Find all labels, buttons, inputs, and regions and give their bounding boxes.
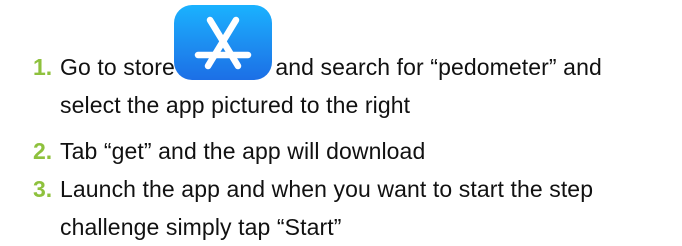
step-line: challenge simply tap “Start” bbox=[60, 214, 342, 240]
instruction-list: 1. Go to store and search for “pedometer… bbox=[0, 0, 682, 245]
step-number: 1. bbox=[33, 54, 53, 80]
step-text: Go to store and search for “pedometer” a… bbox=[60, 48, 680, 124]
app-store-icon bbox=[174, 5, 272, 80]
step-text-after-icon: and search for “pedometer” and bbox=[275, 54, 602, 80]
step-number: 2. bbox=[33, 138, 53, 164]
step-text: Launch the app and when you want to star… bbox=[60, 170, 680, 246]
step-text-before-icon: Go to store bbox=[60, 54, 175, 80]
step-line: Tab “get” and the app will download bbox=[60, 138, 426, 164]
step-line: Go to store and search for “pedometer” a… bbox=[60, 48, 680, 86]
step-line: Launch the app and when you want to star… bbox=[60, 176, 594, 202]
step-line: select the app pictured to the right bbox=[60, 92, 411, 118]
step-number: 3. bbox=[33, 176, 53, 202]
step-text: Tab “get” and the app will download bbox=[60, 132, 680, 170]
